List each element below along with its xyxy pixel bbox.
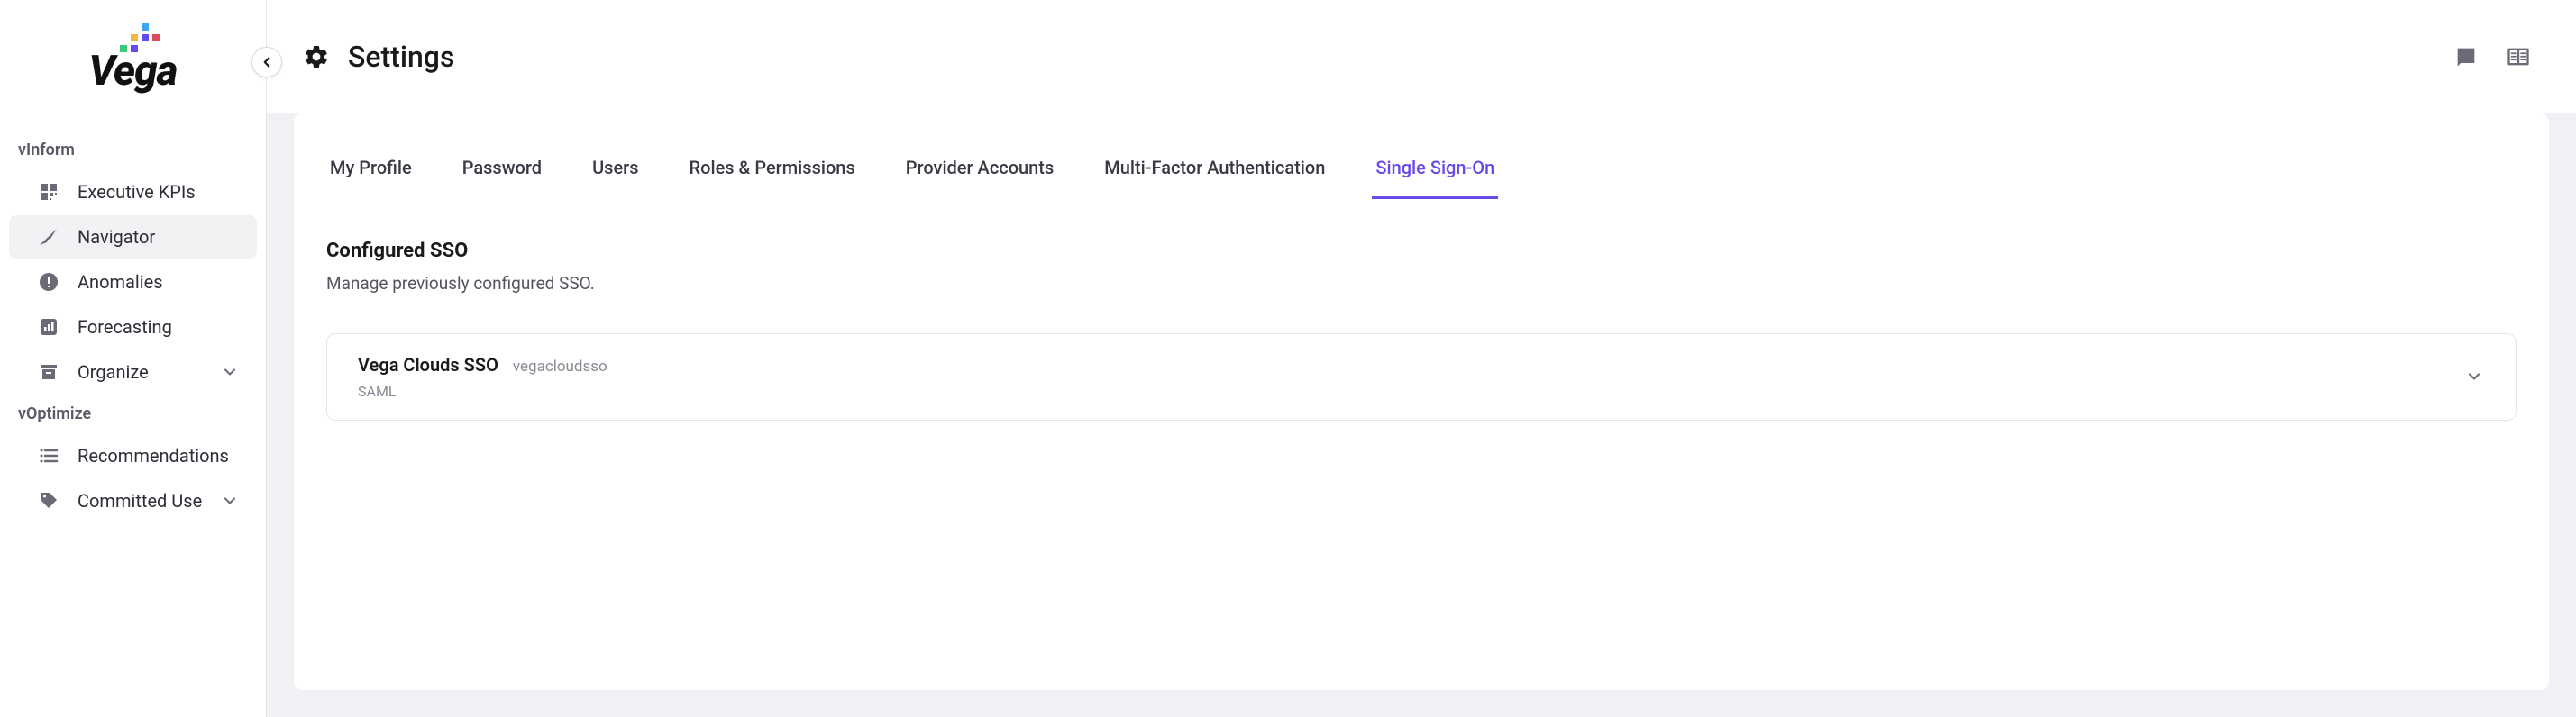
- sidebar-item-label: Forecasting: [78, 316, 239, 338]
- chevron-down-icon: [221, 363, 239, 381]
- sidebar-section-label: vInform: [0, 132, 266, 168]
- gear-icon: [303, 43, 330, 70]
- brand-name: Vega: [89, 47, 178, 95]
- sso-name: Vega Clouds SSO: [358, 354, 498, 376]
- sidebar-item-label: Anomalies: [78, 271, 239, 293]
- sidebar-item-navigator[interactable]: Navigator: [9, 215, 257, 259]
- dashboard-icon: [38, 181, 59, 203]
- sidebar-item-forecasting[interactable]: Forecasting: [9, 305, 257, 349]
- sidebar-item-label: Navigator: [78, 226, 239, 248]
- tab-provider-accounts[interactable]: Provider Accounts: [902, 151, 1058, 199]
- list-icon: [38, 445, 59, 467]
- sso-slug: vegacloudsso: [513, 358, 607, 376]
- sidebar-item-recommendations[interactable]: Recommendations: [9, 434, 257, 477]
- main-content: Settings My Profile Password Users Roles & …: [267, 0, 2576, 717]
- tab-single-sign-on[interactable]: Single Sign-On: [1372, 151, 1498, 199]
- sso-heading: Configured SSO: [326, 240, 2517, 262]
- sidebar-item-label: Organize: [78, 361, 203, 383]
- chevron-down-icon: [2465, 368, 2485, 387]
- tab-multi-factor-authentication[interactable]: Multi-Factor Authentication: [1101, 151, 1329, 199]
- sidebar-item-executive-kpis[interactable]: Executive KPIs: [9, 170, 257, 213]
- tab-password[interactable]: Password: [459, 151, 545, 199]
- notes-icon[interactable]: [2453, 44, 2479, 69]
- brand-logo: Vega: [0, 14, 266, 132]
- sidebar-item-committed-use[interactable]: Committed Use: [9, 479, 257, 522]
- alert-icon: [38, 271, 59, 293]
- sidebar-item-label: Executive KPIs: [78, 181, 239, 203]
- archive-icon: [38, 361, 59, 383]
- sidebar-item-label: Committed Use: [78, 490, 203, 512]
- topbar: Settings: [267, 0, 2576, 113]
- sidebar-collapse-button[interactable]: [251, 47, 282, 77]
- chevron-down-icon: [221, 492, 239, 510]
- tab-my-profile[interactable]: My Profile: [326, 151, 416, 199]
- sso-type: SAML: [358, 383, 607, 400]
- page-title: Settings: [348, 40, 454, 74]
- sidebar: Vega vInform Executive KPIs Navigator Anoma…: [0, 0, 267, 717]
- docs-icon[interactable]: [2506, 44, 2531, 69]
- tab-users[interactable]: Users: [589, 151, 642, 199]
- sidebar-item-label: Recommendations: [78, 445, 239, 467]
- settings-card: My Profile Password Users Roles & Permissio…: [294, 113, 2549, 690]
- settings-tabs: My Profile Password Users Roles & Permissio…: [326, 113, 2517, 200]
- sidebar-item-organize[interactable]: Organize: [9, 350, 257, 394]
- sso-row[interactable]: Vega Clouds SSO vegacloudsso SAML: [326, 333, 2517, 421]
- navigator-icon: [38, 226, 59, 248]
- tab-roles-permissions[interactable]: Roles & Permissions: [686, 151, 859, 199]
- sso-subheading: Manage previously configured SSO.: [326, 273, 2517, 294]
- sso-list: Vega Clouds SSO vegacloudsso SAML: [326, 333, 2517, 421]
- sidebar-section-label: vOptimize: [0, 395, 266, 432]
- chart-icon: [38, 316, 59, 338]
- logo-dots-icon: [120, 23, 160, 52]
- sidebar-item-anomalies[interactable]: Anomalies: [9, 260, 257, 304]
- tag-icon: [38, 490, 59, 512]
